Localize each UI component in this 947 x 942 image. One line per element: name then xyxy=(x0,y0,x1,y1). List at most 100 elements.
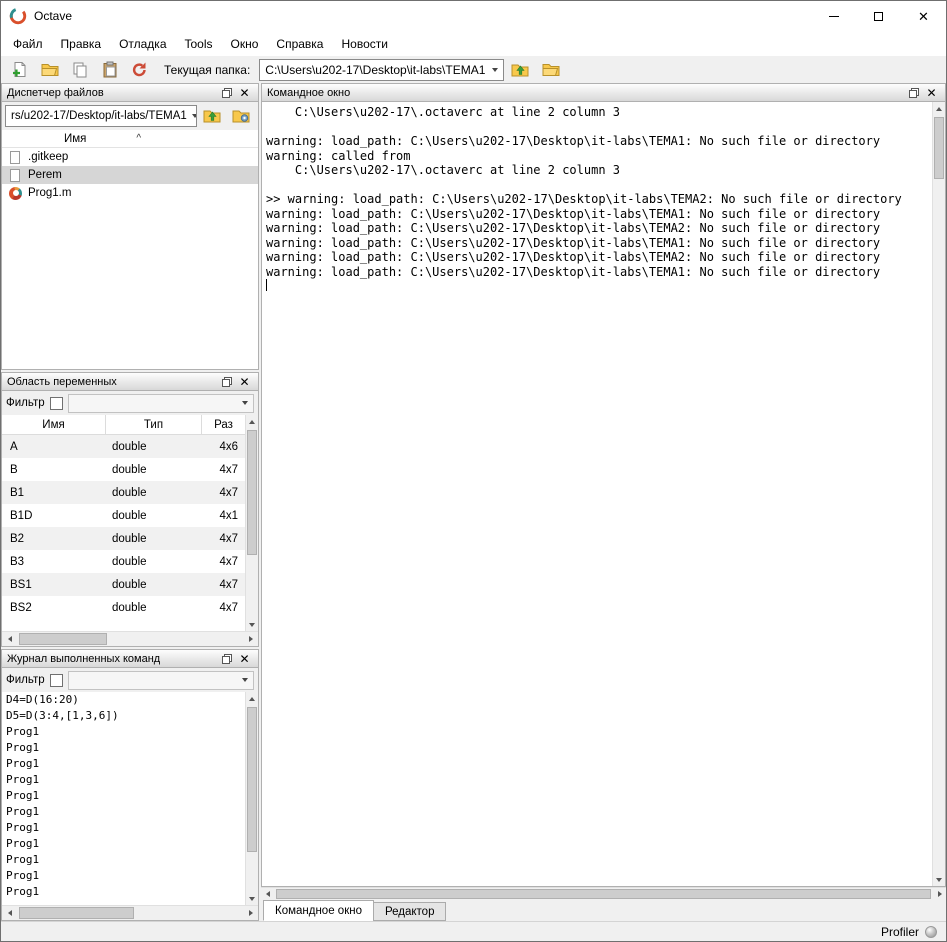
history-item[interactable]: Prog1 xyxy=(2,756,245,772)
scrollbar-thumb[interactable] xyxy=(19,633,107,645)
scrollbar-track[interactable] xyxy=(933,115,945,873)
float-icon xyxy=(909,88,919,98)
scrollbar-track[interactable] xyxy=(17,906,243,920)
tab-editor[interactable]: Редактор xyxy=(373,902,447,921)
current-folder-combobox[interactable]: C:\Users\u202-17\Desktop\it-labs\TEMA1 xyxy=(259,59,504,81)
combo-dropdown-button[interactable] xyxy=(237,401,253,405)
history-item[interactable]: Prog1 xyxy=(2,724,245,740)
scrollbar-thumb[interactable] xyxy=(934,117,944,179)
command-history-close-button[interactable]: ✕ xyxy=(236,651,253,666)
history-item[interactable]: Prog1 xyxy=(2,852,245,868)
scrollbar-track[interactable] xyxy=(274,888,933,900)
paste-button[interactable] xyxy=(96,58,123,82)
variable-row[interactable]: B2 double 4x7 xyxy=(2,527,245,550)
scroll-left-button[interactable] xyxy=(2,906,17,920)
command-window-float-button[interactable] xyxy=(905,85,922,100)
file-row[interactable]: Perem xyxy=(2,166,258,184)
filter-checkbox[interactable] xyxy=(50,674,63,687)
undo-button[interactable] xyxy=(126,58,153,82)
history-item[interactable]: Prog1 xyxy=(2,836,245,852)
copy-button[interactable] xyxy=(66,58,93,82)
history-item[interactable]: Prog1 xyxy=(2,788,245,804)
workspace-float-button[interactable] xyxy=(218,374,235,389)
variable-row[interactable]: BS2 double 4x7 xyxy=(2,596,245,619)
file-list-header[interactable]: Имя ^ xyxy=(2,130,258,148)
scrollbar-track[interactable] xyxy=(246,705,258,892)
new-script-button[interactable] xyxy=(6,58,33,82)
folder-up-button[interactable] xyxy=(507,58,534,82)
scroll-left-button[interactable] xyxy=(261,888,274,900)
file-row[interactable]: .gitkeep xyxy=(2,148,258,166)
browse-folder-button[interactable] xyxy=(537,58,564,82)
workspace-close-button[interactable]: ✕ xyxy=(236,374,253,389)
maximize-button[interactable] xyxy=(856,1,901,31)
scroll-up-button[interactable] xyxy=(246,415,258,428)
menu-item[interactable]: Справка xyxy=(267,33,332,55)
open-file-button[interactable] xyxy=(36,58,63,82)
scrollbar-thumb[interactable] xyxy=(247,430,257,555)
file-browser-float-button[interactable] xyxy=(218,85,235,100)
scroll-up-button[interactable] xyxy=(933,102,945,115)
scroll-down-button[interactable] xyxy=(933,873,945,886)
scroll-right-button[interactable] xyxy=(933,888,946,900)
menu-item[interactable]: Отладка xyxy=(110,33,175,55)
variable-type: double xyxy=(106,510,202,522)
history-item[interactable]: Prog1 xyxy=(2,740,245,756)
variable-row[interactable]: B1D double 4x1 xyxy=(2,504,245,527)
history-vertical-scrollbar[interactable] xyxy=(245,692,258,905)
history-item[interactable]: Prog1 xyxy=(2,820,245,836)
history-item[interactable]: Prog1 xyxy=(2,804,245,820)
variables-table-header[interactable]: Имя Тип Раз xyxy=(2,415,245,435)
scrollbar-track[interactable] xyxy=(17,632,243,646)
history-horizontal-scrollbar[interactable] xyxy=(2,905,258,920)
minimize-button[interactable] xyxy=(811,1,856,31)
history-item[interactable]: D4=D(16:20) xyxy=(2,692,245,708)
menu-item[interactable]: Tools xyxy=(176,33,222,55)
menu-item[interactable]: Файл xyxy=(4,33,52,55)
command-window-close-button[interactable]: ✕ xyxy=(923,85,940,100)
history-item[interactable]: Prog1 xyxy=(2,884,245,900)
filter-combobox[interactable] xyxy=(68,671,254,690)
scroll-left-button[interactable] xyxy=(2,632,17,646)
menu-item[interactable]: Новости xyxy=(332,33,396,55)
scrollbar-thumb[interactable] xyxy=(276,889,931,899)
menu-item[interactable]: Правка xyxy=(52,33,111,55)
chevron-down-icon xyxy=(242,678,248,682)
workspace-horizontal-scrollbar[interactable] xyxy=(2,631,258,646)
combo-dropdown-button[interactable] xyxy=(486,60,503,80)
history-item[interactable]: Prog1 xyxy=(2,772,245,788)
variable-row[interactable]: A double 4x6 xyxy=(2,435,245,458)
combo-dropdown-button[interactable] xyxy=(237,678,253,682)
scrollbar-thumb[interactable] xyxy=(19,907,134,919)
scroll-down-button[interactable] xyxy=(246,618,258,631)
command-window-vertical-scrollbar[interactable] xyxy=(932,102,945,886)
profiler-status-icon[interactable] xyxy=(925,926,937,938)
terminal[interactable]: C:\Users\u202-17\.octaverc at line 2 col… xyxy=(262,102,932,886)
file-row[interactable]: Prog1.m xyxy=(2,184,258,202)
scrollbar-thumb[interactable] xyxy=(247,707,257,852)
close-button[interactable]: ✕ xyxy=(901,1,946,31)
scroll-down-button[interactable] xyxy=(246,892,258,905)
history-item[interactable]: D5=D(3:4,[1,3,6]) xyxy=(2,708,245,724)
workspace-vertical-scrollbar[interactable] xyxy=(245,415,258,631)
file-browser-actions-button[interactable] xyxy=(228,104,255,128)
scroll-right-button[interactable] xyxy=(243,632,258,646)
filter-combobox[interactable] xyxy=(68,394,254,413)
scrollbar-track[interactable] xyxy=(246,428,258,618)
scroll-up-button[interactable] xyxy=(246,692,258,705)
file-browser-up-button[interactable] xyxy=(199,104,226,128)
combo-dropdown-button[interactable] xyxy=(187,106,197,126)
command-history-float-button[interactable] xyxy=(218,651,235,666)
variable-row[interactable]: BS1 double 4x7 xyxy=(2,573,245,596)
file-browser-close-button[interactable]: ✕ xyxy=(236,85,253,100)
variable-row[interactable]: B3 double 4x7 xyxy=(2,550,245,573)
history-item[interactable]: Prog1 xyxy=(2,868,245,884)
variable-row[interactable]: B1 double 4x7 xyxy=(2,481,245,504)
file-browser-path-combobox[interactable]: rs/u202-17/Desktop/it-labs/TEMA1 xyxy=(5,105,197,127)
scroll-right-button[interactable] xyxy=(243,906,258,920)
tab-command-window[interactable]: Командное окно xyxy=(263,900,374,921)
filter-checkbox[interactable] xyxy=(50,397,63,410)
variable-row[interactable]: B double 4x7 xyxy=(2,458,245,481)
command-window-horizontal-scrollbar[interactable] xyxy=(261,887,946,900)
menu-item[interactable]: Окно xyxy=(222,33,268,55)
